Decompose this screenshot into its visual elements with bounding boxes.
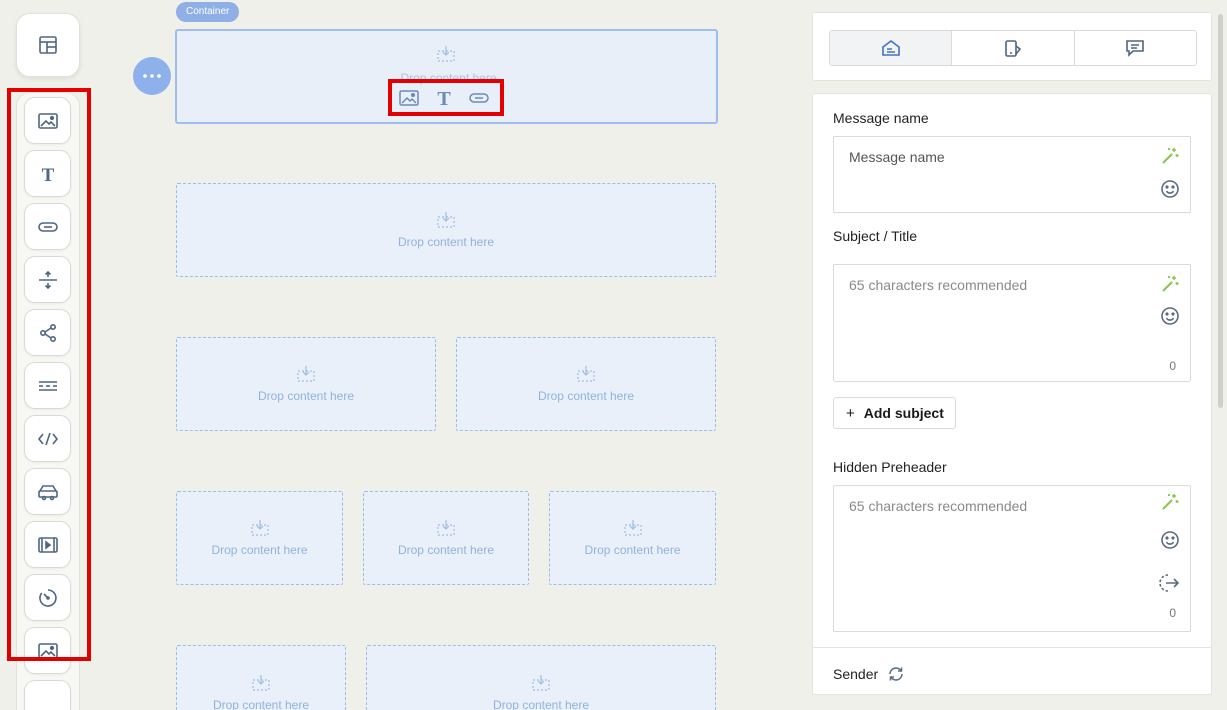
panel-tabs [829, 30, 1197, 66]
drop-download-icon [250, 519, 270, 537]
preheader-char-count: 0 [1169, 606, 1176, 620]
social-tool[interactable] [24, 309, 71, 356]
more-dots-icon [143, 74, 161, 78]
text-t-icon: T [39, 165, 57, 183]
drop-zone[interactable]: Drop content here [176, 645, 346, 710]
tab-mobile[interactable] [952, 31, 1075, 65]
drop-zone[interactable]: Drop content here [363, 491, 529, 585]
image-icon[interactable] [398, 89, 420, 107]
envelope-settings-icon [880, 38, 902, 58]
image-tool[interactable] [24, 97, 71, 144]
button-pill-icon [37, 221, 59, 233]
container-tag[interactable]: Container [176, 2, 240, 22]
divider-tool[interactable] [24, 362, 71, 409]
mobile-icon [1003, 38, 1023, 58]
video-icon [37, 536, 59, 554]
sender-row[interactable]: Sender [833, 666, 905, 682]
panel-scrollbar[interactable] [1218, 14, 1223, 408]
insert-variable-icon[interactable] [1158, 573, 1180, 593]
drop-label: Drop content here [212, 698, 310, 710]
magic-wand-icon[interactable] [1160, 492, 1180, 512]
drop-label: Drop content here [584, 543, 681, 557]
preheader-label: Hidden Preheader [833, 459, 947, 475]
drop-zone[interactable]: Drop content here [176, 337, 436, 431]
emoji-icon[interactable] [1160, 306, 1180, 326]
drop-label: Drop content here [397, 235, 495, 249]
drop-download-icon [296, 365, 316, 383]
image-icon [37, 112, 59, 130]
drop-download-icon [436, 519, 456, 537]
drop-label: Drop content here [257, 389, 355, 403]
selected-container-block[interactable]: Drop content here [175, 29, 718, 124]
sender-label: Sender [833, 666, 879, 682]
drop-label: Drop content here [537, 389, 635, 403]
drop-zone[interactable]: Drop content here [176, 183, 716, 277]
message-settings-form: Message name Message name Subject / Titl… [812, 93, 1212, 695]
video-tool[interactable] [24, 521, 71, 568]
more-tool[interactable] [24, 680, 71, 710]
divider-icon [37, 380, 59, 392]
add-subject-button[interactable]: + Add subject [833, 397, 956, 429]
drop-download-icon [623, 519, 643, 537]
text-tool[interactable]: T [24, 150, 71, 197]
section-divider [813, 647, 1211, 648]
plus-icon: + [846, 404, 855, 422]
code-icon [37, 431, 59, 447]
drop-zone[interactable]: Drop content here [549, 491, 716, 585]
drop-download-icon [436, 211, 456, 229]
drop-zone[interactable]: Drop content here [176, 491, 343, 585]
timer-icon [38, 588, 58, 608]
spacer-icon [37, 270, 59, 290]
html-tool[interactable] [24, 415, 71, 462]
image-block-tool[interactable] [24, 627, 71, 674]
text-t-icon[interactable]: T [434, 88, 454, 108]
svg-text:T: T [41, 165, 54, 183]
panel-tab-card [812, 12, 1212, 81]
product-tool[interactable] [24, 468, 71, 515]
quick-tools: T [398, 88, 490, 108]
message-name-field[interactable]: Message name [833, 136, 1191, 213]
magic-wand-icon[interactable] [1160, 274, 1180, 294]
share-icon [38, 323, 58, 343]
message-name-value: Message name [849, 149, 945, 165]
drop-download-icon [531, 674, 551, 692]
refresh-icon[interactable] [887, 666, 905, 682]
more-options-button[interactable] [133, 57, 171, 95]
preheader-placeholder: 65 characters recommended [849, 498, 1028, 514]
drop-download-icon [436, 45, 456, 63]
drop-label: Drop content here [211, 543, 308, 557]
spacer-tool[interactable] [24, 256, 71, 303]
emoji-icon[interactable] [1160, 530, 1180, 550]
drop-download-icon [576, 365, 596, 383]
layout-grid-icon [37, 34, 59, 56]
product-icon [37, 483, 59, 501]
emoji-icon[interactable] [1160, 179, 1180, 199]
drop-zone[interactable]: Drop content here [366, 645, 716, 710]
magic-wand-icon[interactable] [1160, 146, 1180, 166]
add-subject-label: Add subject [863, 405, 944, 421]
drop-label: Drop content here [400, 71, 497, 85]
button-pill-icon[interactable] [468, 92, 490, 104]
chat-icon [1124, 38, 1146, 58]
preheader-field[interactable]: 65 characters recommended 0 [833, 485, 1191, 632]
subject-placeholder: 65 characters recommended [849, 277, 1028, 293]
drop-label: Drop content here [397, 543, 495, 557]
image-icon [37, 642, 59, 660]
tab-email-settings[interactable] [830, 31, 953, 65]
subject-field[interactable]: 65 characters recommended 0 [833, 264, 1191, 382]
button-tool[interactable] [24, 203, 71, 250]
svg-text:T: T [437, 88, 451, 108]
drop-zone[interactable]: Drop content here [456, 337, 716, 431]
subject-label: Subject / Title [833, 228, 918, 244]
tab-chat[interactable] [1075, 31, 1196, 65]
drop-label: Drop content here [492, 698, 590, 710]
layout-button[interactable] [16, 13, 80, 77]
drop-download-icon [251, 674, 271, 692]
timer-tool[interactable] [24, 574, 71, 621]
subject-char-count: 0 [1169, 359, 1176, 373]
message-name-label: Message name [833, 110, 929, 126]
